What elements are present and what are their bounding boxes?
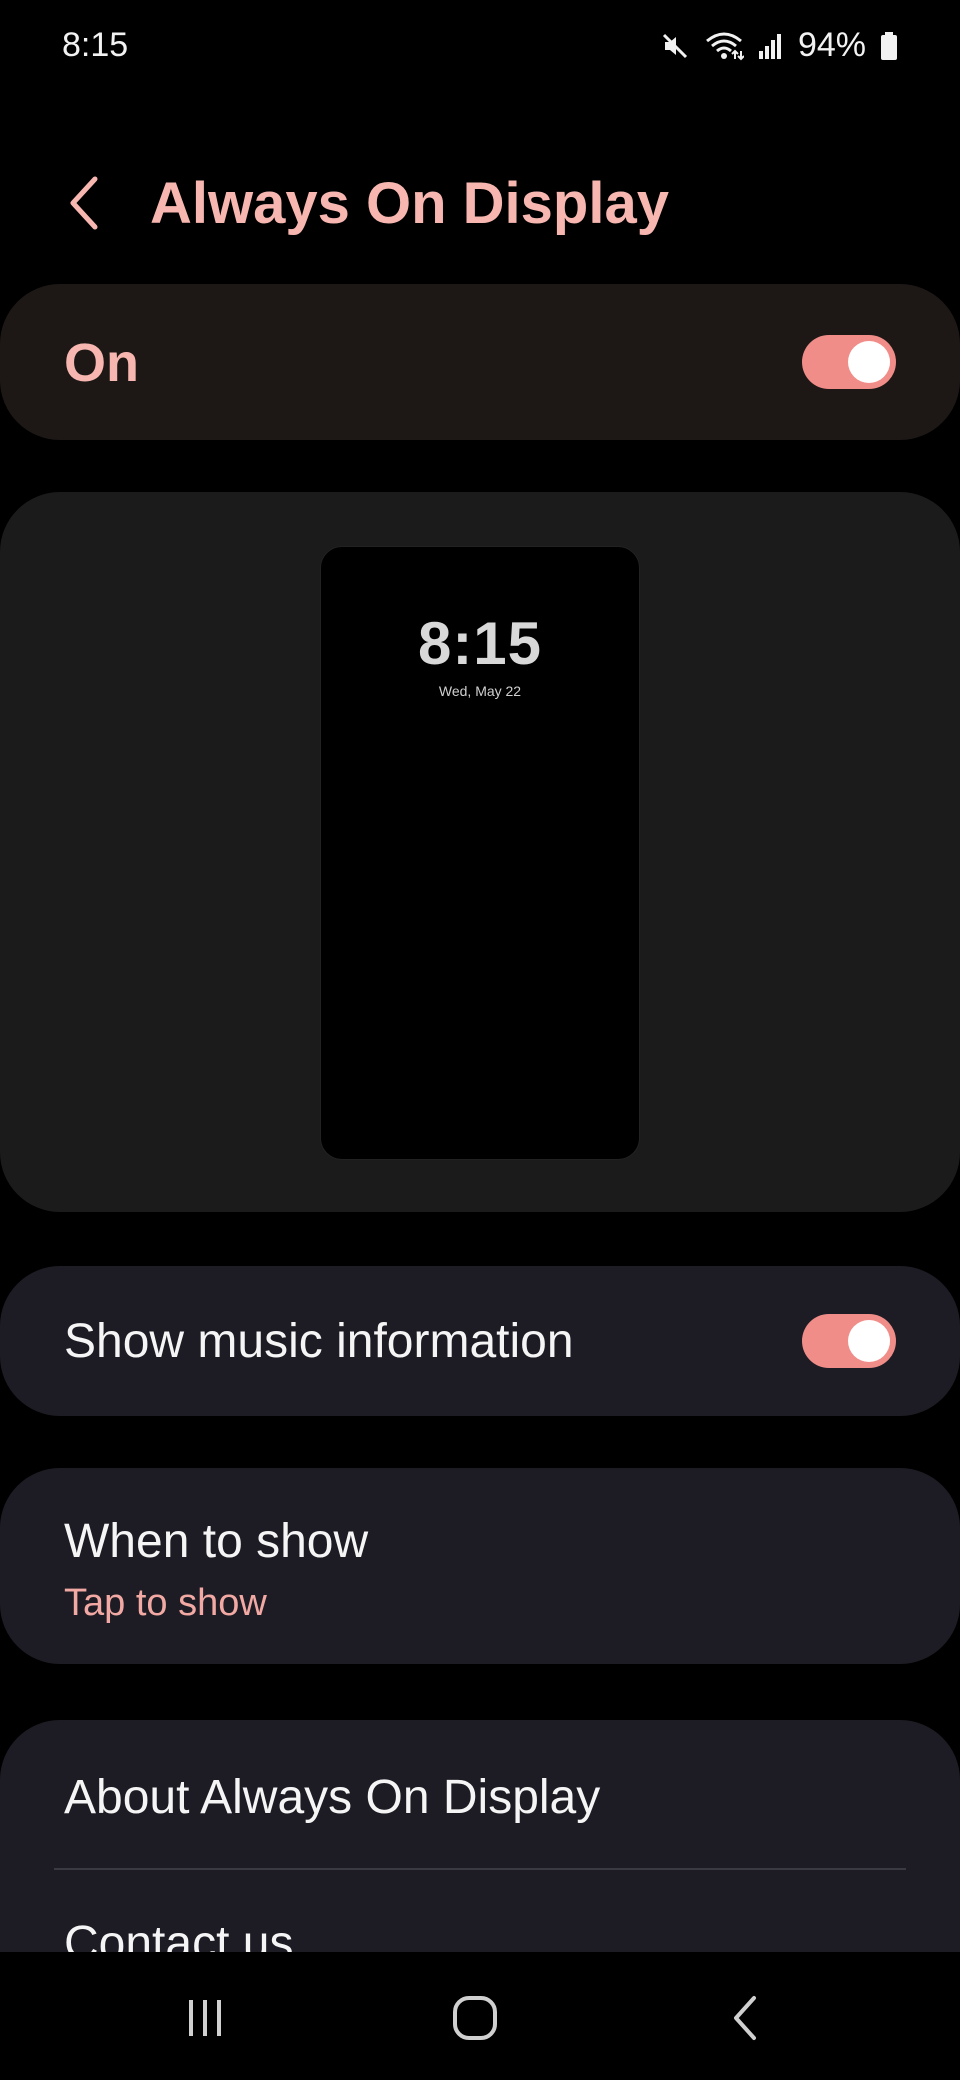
- aod-settings-screen: 8:15 94% Always On Display On 8:15 Wed, …: [0, 0, 960, 2080]
- nav-back-button[interactable]: [700, 1980, 790, 2060]
- music-info-row[interactable]: Show music information: [0, 1266, 960, 1416]
- master-switch-label: On: [64, 333, 139, 393]
- chevron-left-icon: [65, 175, 105, 236]
- toggle-knob: [848, 1320, 890, 1362]
- mute-icon: [660, 31, 690, 61]
- music-info-toggle[interactable]: [802, 1314, 896, 1368]
- home-button[interactable]: [430, 1980, 520, 2060]
- when-to-show-value: Tap to show: [64, 1582, 267, 1624]
- divider: [54, 1868, 906, 1870]
- about-aod-item[interactable]: About Always On Display: [64, 1770, 600, 1825]
- header: Always On Display: [0, 150, 960, 260]
- when-to-show-title: When to show: [64, 1515, 369, 1568]
- back-button[interactable]: [50, 170, 120, 240]
- phone-preview: 8:15 Wed, May 22: [320, 546, 640, 1160]
- status-icons: 94%: [660, 26, 898, 65]
- signal-icon: [758, 31, 784, 61]
- recents-icon: [183, 1996, 227, 2045]
- back-icon: [730, 1995, 760, 2046]
- home-icon: [452, 1995, 498, 2046]
- preview-clock: 8:15: [417, 610, 543, 677]
- music-info-label: Show music information: [64, 1315, 574, 1368]
- status-time: 8:15: [62, 26, 129, 64]
- wifi-icon: [704, 31, 744, 61]
- battery-icon: [880, 31, 898, 61]
- preview-date: Wed, May 22: [438, 683, 522, 699]
- recents-button[interactable]: [160, 1980, 250, 2060]
- status-bar: 8:15 94%: [0, 0, 960, 96]
- when-to-show-row[interactable]: When to show Tap to show: [0, 1468, 960, 1664]
- battery-percent: 94%: [797, 26, 866, 64]
- aod-preview-card: 8:15 Wed, May 22: [0, 492, 960, 1212]
- navigation-bar: [0, 1952, 960, 2080]
- toggle-knob: [848, 341, 890, 383]
- page-title: Always On Display: [150, 171, 669, 236]
- master-toggle[interactable]: [802, 335, 896, 389]
- master-switch-bar[interactable]: On: [0, 284, 960, 440]
